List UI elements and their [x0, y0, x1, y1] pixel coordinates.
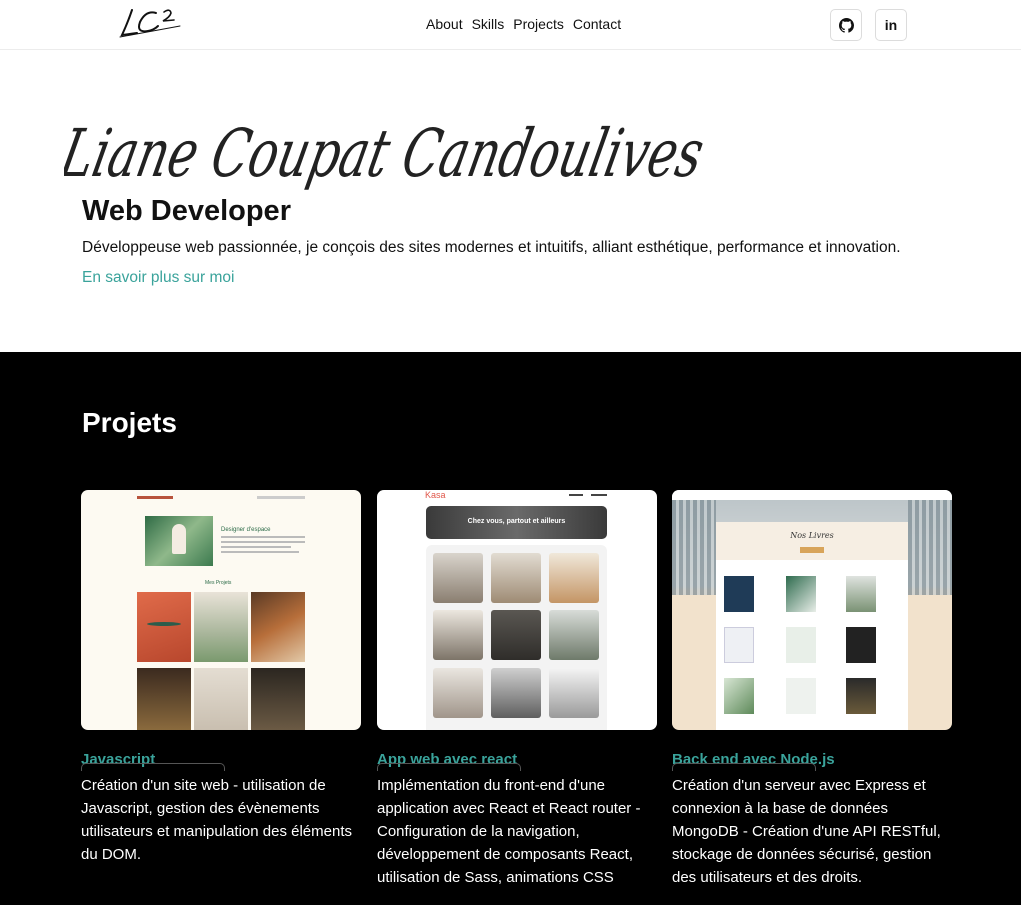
svg-text:Liane Coupat Candoulives: Liane Coupat Candoulives	[64, 115, 710, 192]
project-button-nodejs[interactable]	[672, 763, 816, 771]
nav-link-contact[interactable]: Contact	[573, 16, 621, 32]
thumb-heading: Designer d'espace	[221, 527, 271, 533]
linkedin-button[interactable]: in	[875, 9, 907, 41]
nav-links: About Skills Projects Contact	[426, 16, 621, 32]
project-description: Création d'un site web - utilisation de …	[81, 777, 352, 863]
linkedin-icon: in	[884, 17, 898, 33]
project-description: Création d'un serveur avec Express et co…	[672, 777, 941, 886]
project-thumbnail[interactable]: Nos Livres	[672, 490, 952, 730]
thumb-brand: Kasa	[425, 490, 446, 500]
top-navbar: About Skills Projects Contact in	[0, 0, 1021, 50]
name-signature: Liane Coupat Candoulives	[64, 115, 710, 192]
project-card-nodejs[interactable]: Nos Livres Back end avec Node.js Créatio…	[672, 490, 952, 889]
about-me-link[interactable]: En savoir plus sur moi	[82, 269, 234, 287]
project-thumbnail[interactable]: Kasa Chez vous, partout et ailleurs	[377, 490, 657, 730]
project-button-javascript[interactable]	[81, 763, 225, 771]
projects-heading: Projets	[82, 407, 177, 438]
project-card-javascript[interactable]: Designer d'espace Mes Projets Javascript…	[81, 490, 361, 866]
thumb-banner: Nos Livres	[790, 531, 834, 540]
project-card-react[interactable]: Kasa Chez vous, partout et ailleurs App …	[377, 490, 657, 889]
thumb-section: Mes Projets	[205, 580, 232, 586]
github-icon	[838, 17, 854, 33]
nav-link-about[interactable]: About	[426, 16, 463, 32]
site-logo[interactable]	[118, 4, 184, 40]
hero-role: Web Developer	[82, 195, 291, 227]
project-description: Implémentation du front-end d'une applic…	[377, 777, 641, 886]
thumb-banner: Chez vous, partout et ailleurs	[467, 518, 566, 525]
project-thumbnail[interactable]: Designer d'espace Mes Projets	[81, 490, 361, 730]
projects-section: Projets Designer d'espace Mes Projets Ja…	[0, 352, 1021, 905]
project-button-react[interactable]	[377, 763, 521, 771]
nav-link-projects[interactable]: Projects	[513, 16, 564, 32]
github-button[interactable]	[830, 9, 862, 41]
hero-section: Liane Coupat Candoulives Web Developer D…	[0, 50, 1021, 352]
nav-link-skills[interactable]: Skills	[472, 16, 505, 32]
hero-intro: Développeuse web passionnée, je conçois …	[82, 239, 901, 256]
